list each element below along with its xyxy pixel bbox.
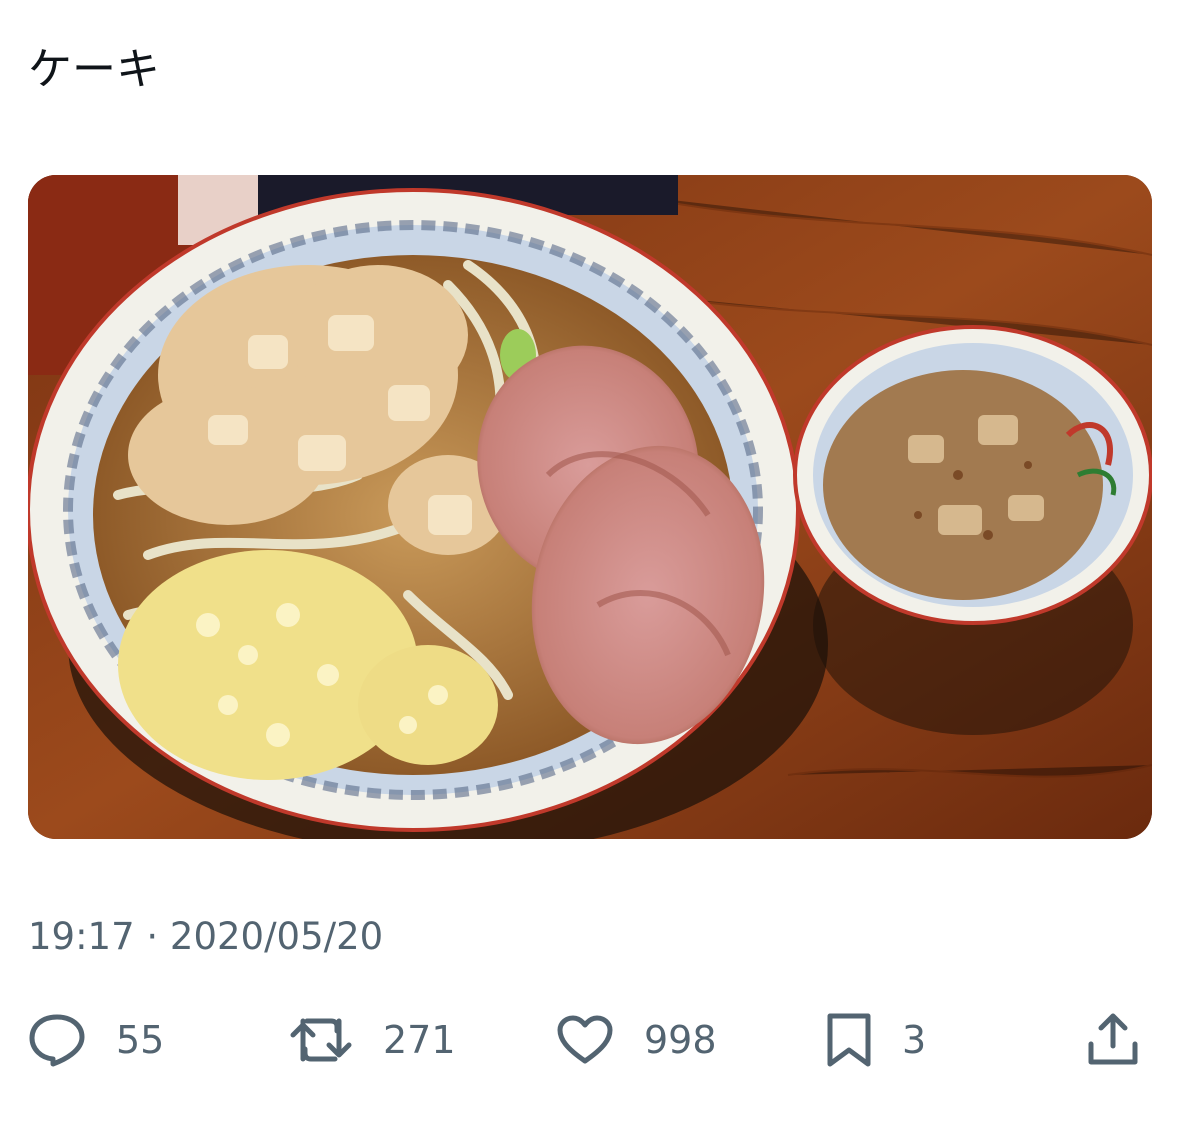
bookmark-icon bbox=[827, 1013, 871, 1067]
reply-button[interactable]: 55 bbox=[28, 1010, 164, 1070]
retweet-button[interactable]: 271 bbox=[289, 1010, 456, 1070]
reply-icon bbox=[29, 1014, 85, 1067]
like-button[interactable]: 998 bbox=[556, 1010, 717, 1070]
retweet-icon bbox=[290, 1018, 352, 1062]
reply-count: 55 bbox=[116, 1018, 165, 1062]
tweet-action-bar: 55 271 998 3 bbox=[0, 1000, 1179, 1080]
share-icon bbox=[1088, 1013, 1138, 1065]
ramen-photo-illustration bbox=[28, 175, 1152, 839]
bookmark-count: 3 bbox=[902, 1018, 927, 1062]
tweet-text: ケーキ bbox=[28, 44, 160, 95]
like-icon bbox=[557, 1015, 613, 1064]
share-button[interactable] bbox=[1087, 1010, 1139, 1070]
tweet-timestamp[interactable]: 19:17 · 2020/05/20 bbox=[28, 912, 383, 962]
tweet-photo[interactable] bbox=[28, 175, 1152, 839]
bookmark-button[interactable]: 3 bbox=[826, 1010, 926, 1070]
like-count: 998 bbox=[644, 1018, 717, 1062]
retweet-count: 271 bbox=[383, 1018, 456, 1062]
